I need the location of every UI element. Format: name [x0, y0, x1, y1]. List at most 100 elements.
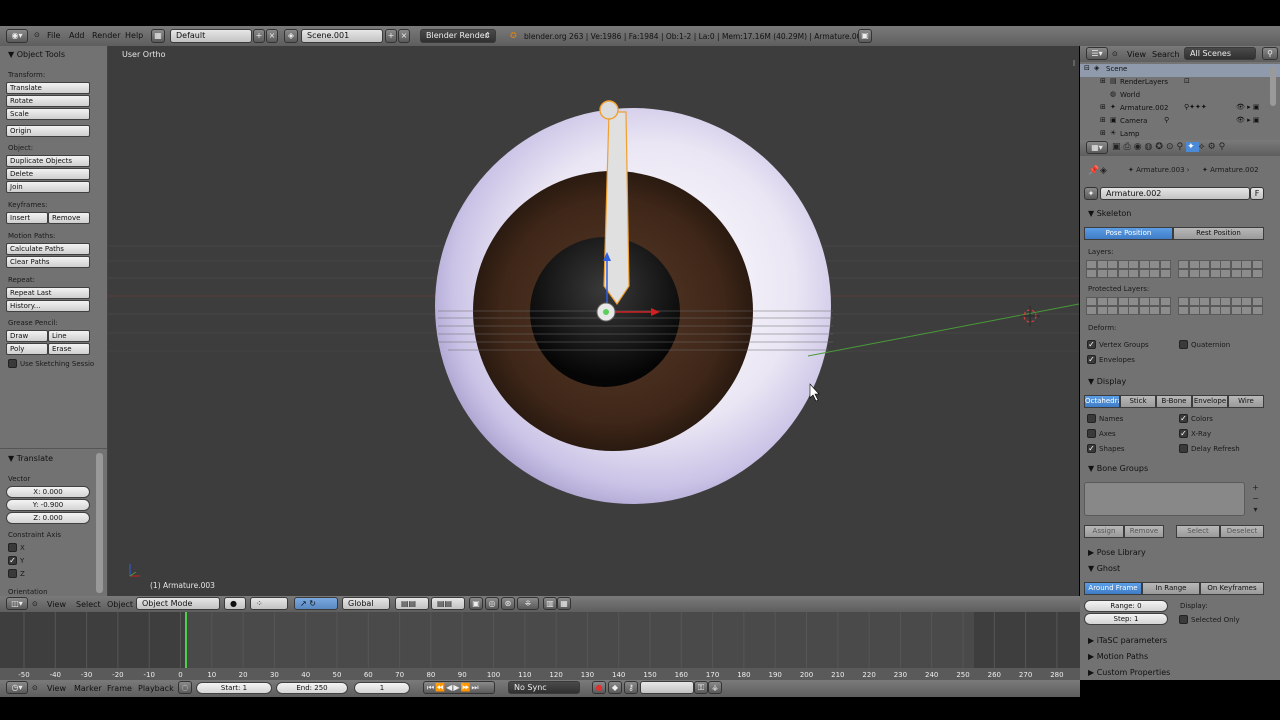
- render-icon[interactable]: ▥: [543, 597, 557, 610]
- playback-controls[interactable]: ⏮⏪◀▶⏩⏭: [423, 681, 495, 694]
- current-frame-field[interactable]: 1: [354, 682, 410, 694]
- layer-toggle[interactable]: [1159, 269, 1171, 278]
- envelopes-checkbox[interactable]: ✓: [1087, 355, 1096, 364]
- insert-key-icon[interactable]: ⚿: [694, 681, 708, 694]
- bone-group-add-remove[interactable]: + − ▾: [1248, 482, 1263, 520]
- outliner[interactable]: ⊟ ◈ Scene ⊞ ▤ RenderLayers ⊡ ◍ World ⊞ ✦ Armatur…: [1080, 62, 1280, 140]
- outliner-menu-search[interactable]: Search: [1152, 50, 1179, 59]
- pose-library-panel[interactable]: ▶ Pose Library: [1088, 548, 1146, 557]
- pin-icon[interactable]: 📌: [1088, 166, 1099, 176]
- menu-view[interactable]: View: [47, 600, 66, 609]
- outliner-row-renderlayers[interactable]: ⊞ ▤ RenderLayers ⊡: [1080, 77, 1280, 90]
- outliner-row-world[interactable]: ◍ World: [1080, 90, 1280, 103]
- delete-button[interactable]: Delete: [6, 168, 90, 180]
- layer-toggle[interactable]: [1086, 297, 1097, 306]
- keying-icon[interactable]: ◆: [608, 681, 622, 694]
- layer-toggle[interactable]: [1241, 269, 1252, 278]
- collapse-out-icon[interactable]: ⊙: [1112, 50, 1118, 58]
- scene-field[interactable]: Scene.001: [301, 29, 383, 43]
- outliner-row-armature[interactable]: ⊞ ✦ Armature.002 ⚲✦✦✦ 👁 ▸ ▣: [1080, 103, 1280, 116]
- layer-toggle[interactable]: [1128, 297, 1139, 306]
- axis-z-checkbox[interactable]: [8, 569, 17, 578]
- layer-toggle[interactable]: [1251, 297, 1263, 306]
- gizmo-center[interactable]: [603, 309, 609, 315]
- pose-position-button[interactable]: Pose Position: [1084, 227, 1173, 240]
- remove-scene-icon[interactable]: ×: [398, 29, 410, 43]
- layer-toggle[interactable]: [1159, 297, 1171, 306]
- vertex-groups-checkbox[interactable]: ✓: [1087, 340, 1096, 349]
- selected-only-checkbox[interactable]: [1179, 615, 1188, 624]
- quaternion-checkbox[interactable]: [1179, 340, 1188, 349]
- expand-icon[interactable]: ⊞: [1100, 116, 1106, 124]
- translate-button[interactable]: Translate: [6, 82, 90, 94]
- add-scene-icon[interactable]: +: [385, 29, 397, 43]
- vector-y-field[interactable]: Y: -0.900: [6, 499, 90, 511]
- expand-icon[interactable]: ⊟: [1084, 64, 1090, 72]
- insert-keyframe-button[interactable]: Insert: [6, 212, 48, 224]
- view3d-editor-icon[interactable]: ◫▾: [6, 597, 28, 610]
- scale-button[interactable]: Scale: [6, 108, 90, 120]
- record-icon[interactable]: ●: [592, 681, 606, 694]
- layer-toggle[interactable]: [1096, 306, 1108, 315]
- layer-toggle[interactable]: [1138, 306, 1150, 315]
- layer-toggle[interactable]: [1188, 306, 1200, 315]
- layer-toggle[interactable]: [1188, 297, 1200, 306]
- preview-range-icon[interactable]: ◌: [178, 681, 192, 694]
- layer-toggle[interactable]: [1220, 306, 1231, 315]
- editor-type-icon[interactable]: ◉▾: [6, 29, 28, 43]
- shading-select[interactable]: ●: [224, 597, 246, 610]
- layer-toggle[interactable]: [1107, 269, 1118, 278]
- armature-data-icons[interactable]: ⚲✦✦✦: [1184, 103, 1207, 111]
- origin-button[interactable]: Origin: [6, 125, 90, 137]
- display-envelope-tab[interactable]: Envelope: [1192, 395, 1228, 408]
- layer-toggle[interactable]: [1209, 260, 1221, 269]
- ghost-range-field[interactable]: Range: 0: [1084, 600, 1168, 612]
- xray-checkbox[interactable]: ✓: [1179, 429, 1188, 438]
- layer-toggle[interactable]: [1149, 269, 1160, 278]
- duplicate-objects-button[interactable]: Duplicate Objects: [6, 155, 90, 167]
- ghost-in-range-tab[interactable]: In Range: [1142, 582, 1200, 595]
- display-octahedral-tab[interactable]: Octahedral: [1084, 395, 1120, 408]
- scene-icon[interactable]: ◈: [284, 29, 298, 43]
- display-bbone-tab[interactable]: B-Bone: [1156, 395, 1192, 408]
- tl-menu-marker[interactable]: Marker: [74, 684, 102, 693]
- armature-datablock-field[interactable]: Armature.002: [1100, 187, 1250, 200]
- layer-toggle[interactable]: [1107, 260, 1118, 269]
- assign-button[interactable]: Assign: [1084, 525, 1124, 538]
- collapse-icon[interactable]: ⊙: [34, 31, 40, 39]
- snap-target-icon[interactable]: ⁜: [517, 597, 539, 610]
- grease-erase-button[interactable]: Erase: [48, 343, 90, 355]
- layer-toggle[interactable]: [1199, 269, 1210, 278]
- layer-toggle[interactable]: [1188, 269, 1200, 278]
- armature-data-icon[interactable]: ✦: [1084, 187, 1098, 200]
- motion-paths-panel[interactable]: ▶ Motion Paths: [1088, 652, 1148, 661]
- timeline[interactable]: -50 -40 -30 -20 -10 0 10 20 30 40 50 60 70 80 90 100 110…: [0, 612, 1080, 680]
- remove-keyframe-button[interactable]: Remove: [48, 212, 90, 224]
- delete-key-icon[interactable]: ⚶: [708, 681, 722, 694]
- rotate-button[interactable]: Rotate: [6, 95, 90, 107]
- layer-toggle[interactable]: [1117, 297, 1129, 306]
- layer-toggle[interactable]: [1178, 269, 1189, 278]
- layer-toggle[interactable]: [1096, 297, 1108, 306]
- proportional-icon[interactable]: ◎: [485, 597, 499, 610]
- sketching-checkbox[interactable]: [8, 359, 17, 368]
- layer-toggle[interactable]: [1096, 260, 1108, 269]
- outliner-scrollbar[interactable]: [1270, 66, 1276, 106]
- layer-toggle[interactable]: [1188, 260, 1200, 269]
- layer-toggle[interactable]: [1209, 297, 1221, 306]
- itasc-panel[interactable]: ▶ iTaSC parameters: [1088, 636, 1167, 645]
- orientation-select[interactable]: Global: [342, 597, 390, 610]
- outliner-editor-icon[interactable]: ☰▾: [1086, 47, 1108, 60]
- display-wire-tab[interactable]: Wire: [1228, 395, 1264, 408]
- layer-toggle[interactable]: [1251, 269, 1263, 278]
- delay-refresh-checkbox[interactable]: [1179, 444, 1188, 453]
- layer-toggle[interactable]: [1086, 306, 1097, 315]
- grease-draw-button[interactable]: Draw: [6, 330, 48, 342]
- outliner-row-camera[interactable]: ⊞ ▣ Camera ⚲ 👁 ▸ ▣: [1080, 116, 1280, 129]
- layer-toggle[interactable]: [1107, 297, 1118, 306]
- custom-properties-panel[interactable]: ▶ Custom Properties: [1088, 668, 1170, 677]
- colors-checkbox[interactable]: ✓: [1179, 414, 1188, 423]
- vector-x-field[interactable]: X: 0.000: [6, 486, 90, 498]
- start-frame-field[interactable]: Start: 1: [196, 682, 272, 694]
- screen-layout-field[interactable]: Default: [170, 29, 252, 43]
